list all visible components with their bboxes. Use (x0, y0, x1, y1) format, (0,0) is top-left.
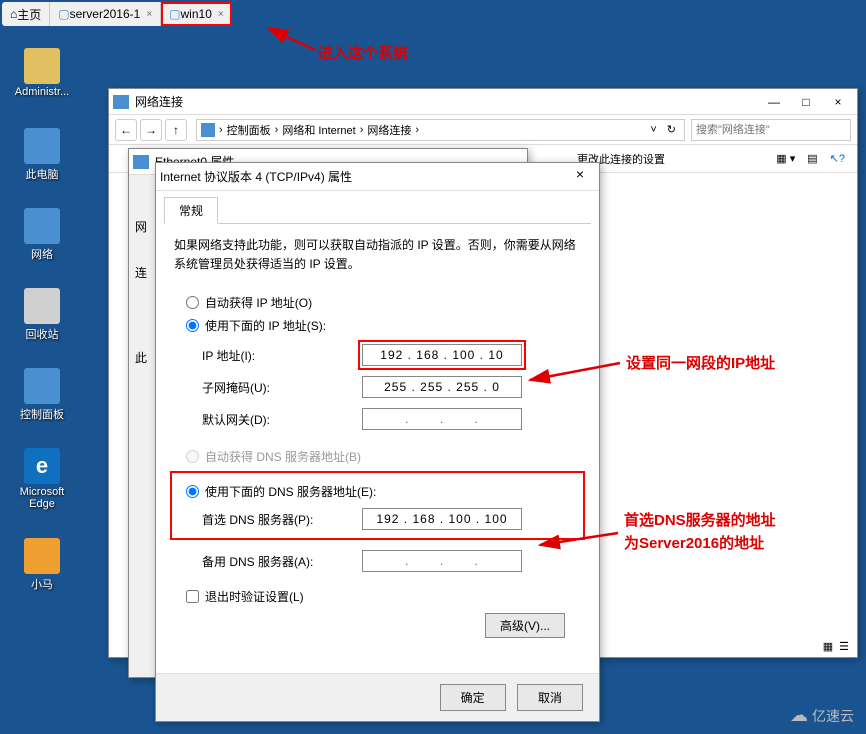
ip-address-input[interactable] (362, 344, 522, 366)
gateway-row: 默认网关(D): (202, 408, 581, 430)
desktop-icon-network[interactable]: 网络 (12, 208, 72, 262)
subnet-mask-row: 子网掩码(U): (202, 376, 581, 398)
view-tiles-icon[interactable]: ▦ (823, 640, 833, 653)
dialog-buttons: 确定 取消 (156, 673, 599, 721)
gateway-input[interactable] (362, 408, 522, 430)
alt-dns-label: 备用 DNS 服务器(A): (202, 553, 362, 570)
subnet-mask-label: 子网掩码(U): (202, 379, 362, 396)
desktop-icon-control-panel[interactable]: 控制面板 (12, 368, 72, 422)
tab-win10[interactable]: ▢ win10 × (161, 2, 232, 26)
primary-dns-label: 首选 DNS 服务器(P): (202, 511, 362, 528)
watermark: ☁ 亿速云 (790, 705, 854, 726)
up-button[interactable]: ↑ (165, 119, 187, 141)
recycle-bin-icon (24, 288, 60, 324)
refresh-icon[interactable]: ↻ (667, 123, 676, 136)
search-input[interactable] (691, 119, 851, 141)
ok-button[interactable]: 确定 (440, 684, 506, 711)
desktop-icon-administrator[interactable]: Administr... (12, 48, 72, 98)
primary-dns-row: 首选 DNS 服务器(P): (202, 508, 581, 530)
close-button[interactable]: × (565, 166, 595, 188)
network-icon (113, 95, 129, 109)
annotation-enter-system: 进入这个系统 (318, 42, 408, 63)
view-details-button[interactable]: ▤ (803, 150, 821, 167)
window-title: 网络连接 (135, 93, 757, 110)
titlebar: 网络连接 — □ × (109, 89, 857, 115)
validate-on-exit-checkbox[interactable]: 退出时验证设置(L) (186, 588, 581, 605)
ipv4-properties-dialog: Internet 协议版本 4 (TCP/IPv4) 属性 × 常规 如果网络支… (155, 162, 600, 722)
desktop-icon-this-pc[interactable]: 此电脑 (12, 128, 72, 182)
titlebar: Internet 协议版本 4 (TCP/IPv4) 属性 × (156, 163, 599, 191)
alt-dns-input[interactable] (362, 550, 522, 572)
ip-address-label: IP 地址(I): (202, 347, 362, 364)
network-icon (24, 208, 60, 244)
home-icon: ⌂ (10, 7, 17, 21)
tab-strip: 常规 (164, 197, 591, 224)
advanced-button[interactable]: 高级(V)... (485, 613, 565, 638)
control-panel-icon (24, 368, 60, 404)
close-icon[interactable]: × (146, 9, 152, 20)
tab-label: 主页 (17, 6, 41, 23)
edge-icon: e (24, 448, 60, 484)
cancel-button[interactable]: 取消 (517, 684, 583, 711)
app-icon (24, 538, 60, 574)
computer-icon (24, 128, 60, 164)
tab-general[interactable]: 常规 (164, 197, 218, 224)
close-icon[interactable]: × (218, 9, 224, 20)
desktop-icon-recycle-bin[interactable]: 回收站 (12, 288, 72, 342)
tab-label: win10 (181, 7, 212, 21)
vm-tab-bar: ⌂ 主页 ▢ server2016-1 × ▢ win10 × (2, 2, 232, 26)
view-icons-button[interactable]: ▦ ▾ (772, 150, 799, 167)
tab-server2016[interactable]: ▢ server2016-1 × (50, 2, 161, 26)
nav-bar: ← → ↑ › 控制面板› 网络和 Internet› 网络连接› ˅ ↻ (109, 115, 857, 145)
minimize-button[interactable]: — (759, 92, 789, 112)
ip-address-row: IP 地址(I): (202, 344, 581, 366)
radio-auto-dns: 自动获得 DNS 服务器地址(B) (186, 448, 581, 465)
ethernet-icon (133, 155, 149, 169)
description-text: 如果网络支持此功能，则可以获取自动指派的 IP 设置。否则，你需要从网络系统管理… (174, 236, 581, 274)
view-list-icon[interactable]: ☰ (839, 640, 849, 653)
gateway-label: 默认网关(D): (202, 411, 362, 428)
forward-button[interactable]: → (140, 119, 162, 141)
radio-manual-ip[interactable]: 使用下面的 IP 地址(S): (186, 317, 581, 334)
tab-home[interactable]: ⌂ 主页 (2, 2, 50, 26)
tab-content: 如果网络支持此功能，则可以获取自动指派的 IP 设置。否则，你需要从网络系统管理… (156, 224, 599, 658)
cloud-icon: ☁ (790, 705, 808, 726)
help-button[interactable]: ↖? (826, 150, 849, 167)
chevron-down-icon[interactable]: ˅ (650, 124, 656, 136)
folder-icon (24, 48, 60, 84)
breadcrumb-icon (201, 123, 215, 137)
monitor-icon: ▢ (58, 7, 69, 21)
breadcrumb[interactable]: › 控制面板› 网络和 Internet› 网络连接› ˅ ↻ (196, 119, 685, 141)
alt-dns-row: 备用 DNS 服务器(A): (202, 550, 581, 572)
dialog-title: Internet 协议版本 4 (TCP/IPv4) 属性 (160, 168, 565, 185)
back-button[interactable]: ← (115, 119, 137, 141)
primary-dns-input[interactable] (362, 508, 522, 530)
close-button[interactable]: × (823, 92, 853, 112)
subnet-mask-input[interactable] (362, 376, 522, 398)
radio-manual-dns[interactable]: 使用下面的 DNS 服务器地址(E): (186, 483, 581, 500)
tab-label: server2016-1 (70, 7, 141, 21)
radio-auto-ip[interactable]: 自动获得 IP 地址(O) (186, 294, 581, 311)
status-bar: ▦ ☰ (823, 640, 849, 653)
monitor-icon: ▢ (169, 7, 180, 21)
desktop-icon-edge[interactable]: e Microsoft Edge (12, 448, 72, 510)
desktop-icon-xiaoma[interactable]: 小马 (12, 538, 72, 592)
maximize-button[interactable]: □ (791, 92, 821, 112)
